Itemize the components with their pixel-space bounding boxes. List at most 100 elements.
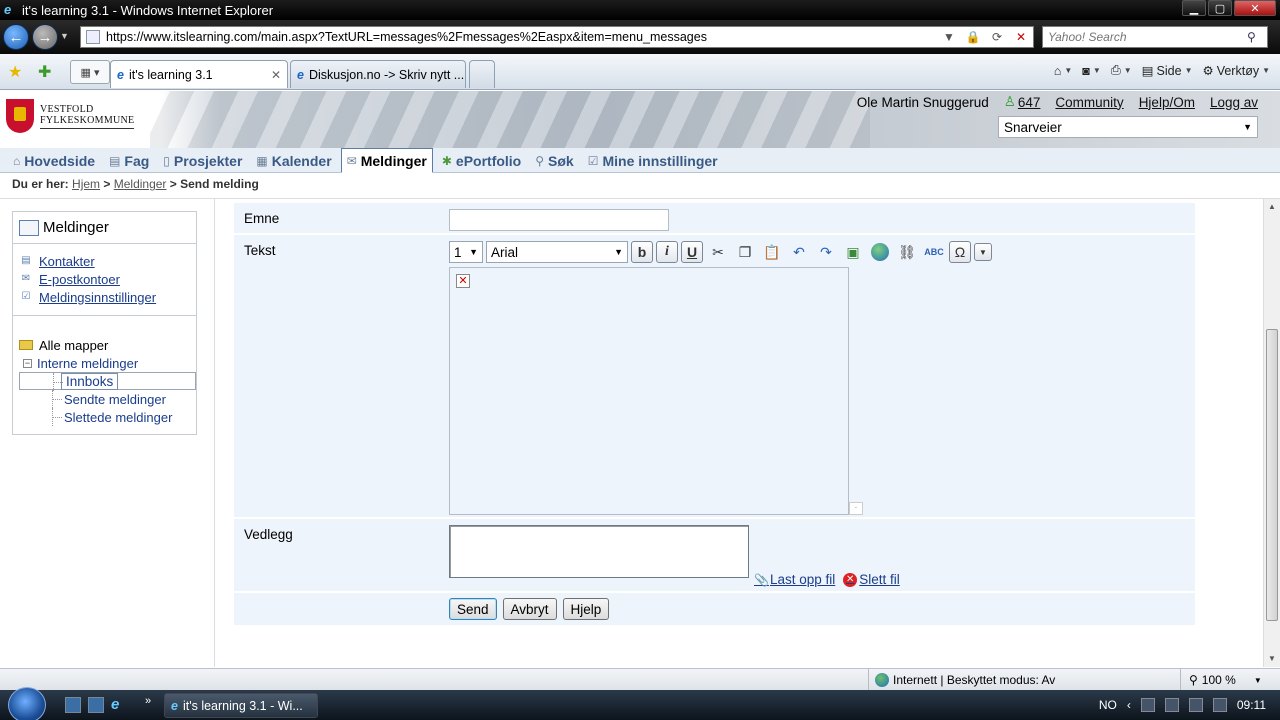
tree-sent[interactable]: Sendte meldinger xyxy=(19,390,196,408)
nav-prosjekter[interactable]: ▯ Prosjekter xyxy=(158,149,247,172)
subject-input[interactable] xyxy=(449,209,669,231)
address-url[interactable]: https://www.itslearning.com/main.aspx?Te… xyxy=(106,30,937,44)
logout-link[interactable]: Logg av xyxy=(1210,95,1258,110)
refresh-icon[interactable]: ⟳ xyxy=(985,30,1009,44)
attachment-list[interactable] xyxy=(449,525,749,578)
tray-app-icon[interactable] xyxy=(1188,698,1203,712)
internet-explorer-icon[interactable]: e xyxy=(111,697,127,713)
tray-expand-icon[interactable]: ‹ xyxy=(1127,698,1131,712)
volume-icon[interactable] xyxy=(1212,698,1227,712)
vestfold-logo[interactable]: VESTFOLD FYLKESKOMMUNE xyxy=(6,99,135,133)
tree-deleted[interactable]: Slettede meldinger xyxy=(19,408,196,426)
scroll-down-icon[interactable]: ▼ xyxy=(1264,651,1280,667)
sidebar-item-contacts[interactable]: ▤ Kontakter xyxy=(19,252,196,270)
paste-icon[interactable]: 📋 xyxy=(760,240,784,264)
nav-kalender[interactable]: ▦ Kalender xyxy=(251,149,336,172)
forward-button[interactable]: → xyxy=(32,24,58,50)
resize-handle[interactable]: · xyxy=(849,502,863,515)
spellcheck-icon[interactable]: ABC xyxy=(922,240,946,264)
sidebar-item-email-accounts[interactable]: ✉ E-postkontoer xyxy=(19,270,196,288)
quicklaunch-more-icon[interactable]: » xyxy=(145,695,151,707)
shortcuts-select[interactable]: Snarveier ▼ xyxy=(998,116,1258,138)
cut-icon[interactable]: ✂ xyxy=(706,240,730,264)
online-users[interactable]: ♙ 647 xyxy=(1004,94,1041,110)
search-icon[interactable]: ⚲ xyxy=(1247,30,1267,44)
page-menu-button[interactable]: ▤ Side ▼ xyxy=(1142,63,1193,79)
tab-diskusjon[interactable]: e Diskusjon.no -> Skriv nytt ... xyxy=(290,60,466,88)
nav-mine-innstillinger[interactable]: ☑ Mine innstillinger xyxy=(583,149,723,172)
add-favorites-icon[interactable]: ✚ xyxy=(38,62,51,82)
community-link[interactable]: Community xyxy=(1055,95,1123,110)
nav-hovedside[interactable]: ⌂ Hovedside xyxy=(8,149,100,172)
vertical-scrollbar[interactable]: ▲ ▼ xyxy=(1263,199,1280,667)
search-input[interactable] xyxy=(1043,30,1247,44)
globe-link-icon[interactable] xyxy=(868,240,892,264)
tab-itslearning[interactable]: e it's learning 3.1 ✕ xyxy=(110,60,288,88)
show-desktop-icon[interactable] xyxy=(65,697,81,713)
security-zone[interactable]: Internett | Beskyttet modus: Av xyxy=(868,669,1055,691)
magnifier-icon: ⚲ xyxy=(535,153,545,168)
nav-meldinger[interactable]: ✉ Meldinger xyxy=(340,148,433,173)
lock-icon[interactable]: 🔒 xyxy=(961,30,985,44)
maximize-button[interactable]: ▢ xyxy=(1208,0,1232,16)
favorites-star-icon[interactable]: ★ xyxy=(8,62,22,82)
address-dropdown-icon[interactable]: ▼ xyxy=(937,30,961,44)
language-indicator[interactable]: NO xyxy=(1099,698,1117,712)
close-tab-icon[interactable]: ✕ xyxy=(271,68,281,82)
more-tools-dropdown-icon[interactable]: ▼ xyxy=(974,243,992,261)
send-button[interactable]: Send xyxy=(449,598,497,620)
upload-file-link[interactable]: 📎 Last opp fil xyxy=(754,572,835,587)
help-about-link[interactable]: Hjelp/Om xyxy=(1139,95,1195,110)
tree-inbox[interactable]: Innboks xyxy=(19,372,196,391)
history-dropdown-icon[interactable]: ▼ xyxy=(60,31,69,41)
print-button[interactable]: ⎙ ▼ xyxy=(1111,63,1132,78)
tree-internal-messages[interactable]: − Interne meldinger xyxy=(19,354,196,372)
special-characters-button[interactable]: Ω xyxy=(949,241,971,263)
start-button[interactable] xyxy=(8,687,46,720)
internet-explorer-icon: e xyxy=(171,698,178,713)
envelope-icon xyxy=(19,219,39,236)
nav-eportfolio[interactable]: ✱ ePortfolio xyxy=(437,149,526,172)
font-size-select[interactable]: 1 ▼ xyxy=(449,241,483,263)
home-button[interactable]: ⌂ ▼ xyxy=(1054,64,1072,78)
chain-link-icon[interactable]: ⛓ xyxy=(895,240,919,264)
collapse-icon[interactable]: − xyxy=(23,358,32,368)
taskbar-ie-window[interactable]: e it's learning 3.1 - Wi... xyxy=(164,693,318,718)
delete-file-link[interactable]: ✕ Slett fil xyxy=(843,572,900,587)
breadcrumb-home-link[interactable]: Hjem xyxy=(72,177,100,191)
redo-icon[interactable]: ↷ xyxy=(814,240,838,264)
new-tab-button[interactable] xyxy=(469,60,495,88)
message-editor[interactable]: ✕ xyxy=(449,267,849,515)
italic-button[interactable]: i xyxy=(656,241,678,263)
cancel-button[interactable]: Avbryt xyxy=(502,598,557,620)
font-family-select[interactable]: Arial ▼ xyxy=(486,241,628,263)
address-bar[interactable]: https://www.itslearning.com/main.aspx?Te… xyxy=(80,26,1034,48)
switch-windows-icon[interactable] xyxy=(88,697,104,713)
online-count-link[interactable]: 647 xyxy=(1018,95,1041,110)
stop-icon[interactable]: ✕ xyxy=(1009,30,1033,44)
copy-icon[interactable]: ❐ xyxy=(733,240,757,264)
minimize-button[interactable]: ▁ xyxy=(1182,0,1206,16)
search-box[interactable]: ⚲ xyxy=(1042,26,1268,48)
back-button[interactable]: ← xyxy=(3,24,29,50)
help-button[interactable]: Hjelp xyxy=(562,598,610,620)
quick-tabs-button[interactable]: ▦ ▾ xyxy=(70,60,110,84)
close-window-button[interactable]: ✕ xyxy=(1234,0,1276,16)
bold-button[interactable]: b xyxy=(631,241,653,263)
tools-menu-button[interactable]: ⚙ Verktøy ▼ xyxy=(1202,63,1270,79)
breadcrumb-messages-link[interactable]: Meldinger xyxy=(114,177,167,191)
undo-icon[interactable]: ↶ xyxy=(787,240,811,264)
nav-sok[interactable]: ⚲ Søk xyxy=(530,149,578,172)
nav-fag[interactable]: ▤ Fag xyxy=(104,149,154,172)
clock[interactable]: 09:11 xyxy=(1237,698,1266,712)
tree-all-folders[interactable]: Alle mapper xyxy=(19,336,196,354)
zoom-control[interactable]: ⚲ 100 % ▼ xyxy=(1180,669,1262,691)
insert-image-icon[interactable]: ▣ xyxy=(841,240,865,264)
feeds-button[interactable]: ◙ ▼ xyxy=(1082,64,1100,78)
scroll-up-icon[interactable]: ▲ xyxy=(1264,199,1280,215)
underline-button[interactable]: U xyxy=(681,241,703,263)
network-icon[interactable] xyxy=(1140,698,1155,712)
scrollbar-thumb[interactable] xyxy=(1266,329,1278,621)
sidebar-item-message-settings[interactable]: ☑ Meldingsinnstillinger xyxy=(19,288,196,306)
tray-app-icon[interactable] xyxy=(1164,698,1179,712)
